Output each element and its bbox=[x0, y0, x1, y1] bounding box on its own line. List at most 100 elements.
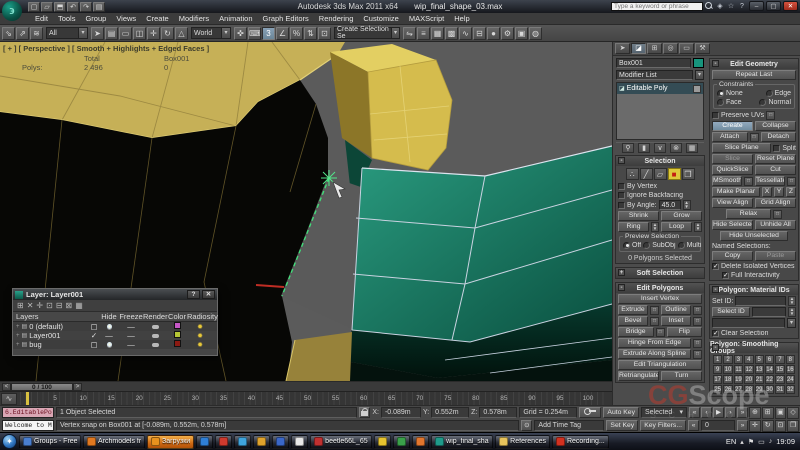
hide-unselected-button[interactable]: Hide Unselected bbox=[720, 231, 788, 241]
smoothing-group-23[interactable]: 23 bbox=[775, 375, 785, 384]
maximize-button[interactable]: ▢ bbox=[766, 1, 781, 11]
object-color-swatch[interactable] bbox=[693, 58, 704, 68]
relax-settings-icon[interactable]: □ bbox=[773, 209, 782, 219]
preview-off-radio[interactable] bbox=[623, 241, 630, 249]
smoothing-group-1[interactable]: 1 bbox=[713, 355, 723, 364]
graphite-ribbon-icon[interactable]: ▩ bbox=[445, 26, 458, 40]
taskbar-item-wip-final-shap[interactable]: wip_final_shap... bbox=[431, 434, 494, 449]
extrude-spline-settings-icon[interactable]: □ bbox=[693, 349, 702, 359]
layer-row-0-default[interactable]: + ▤ 0 (default) ▢ — ✹ bbox=[13, 322, 217, 331]
menu-customize[interactable]: Customize bbox=[358, 13, 403, 25]
select-and-manipulate-icon[interactable]: ✜ bbox=[234, 26, 247, 40]
smoothing-group-28[interactable]: 28 bbox=[744, 385, 754, 394]
pin-stack-icon[interactable]: ⚲ bbox=[622, 143, 634, 153]
show-hidden-icons-icon[interactable]: ▴ bbox=[740, 438, 744, 446]
menu-group[interactable]: Group bbox=[80, 13, 111, 25]
z-coordinate-field[interactable]: 0.578m bbox=[479, 407, 518, 418]
zoom-extents-icon[interactable]: ▣ bbox=[774, 407, 787, 419]
smoothing-group-16[interactable]: 16 bbox=[785, 365, 795, 374]
align-icon[interactable]: ≡ bbox=[417, 26, 430, 40]
render-production-icon[interactable]: ◍ bbox=[529, 26, 542, 40]
unlink-selection-icon[interactable]: ⇗ bbox=[16, 26, 29, 40]
outline-settings-icon[interactable]: □ bbox=[693, 305, 702, 315]
hide-toggle[interactable] bbox=[99, 322, 119, 331]
maximize-viewport-icon[interactable]: ❐ bbox=[787, 420, 799, 432]
keyboard-shortcut-override-icon[interactable]: ⌨ bbox=[248, 26, 261, 40]
taskbar-item-references[interactable]: References bbox=[495, 434, 550, 449]
play-animation-button[interactable]: ▶ bbox=[713, 407, 724, 418]
menu-modifiers[interactable]: Modifiers bbox=[174, 13, 214, 25]
field-of-view-icon[interactable]: ◇ bbox=[787, 407, 799, 419]
zoom-all-icon[interactable]: ⊞ bbox=[761, 407, 774, 419]
current-layer-toggle[interactable]: ✓ bbox=[89, 331, 99, 340]
set-current-layer-icon[interactable]: ⊟ bbox=[56, 301, 63, 310]
hinge-from-edge-button[interactable]: Hinge From Edge bbox=[618, 338, 691, 348]
ring-spinner[interactable]: ▲ ▼ bbox=[651, 222, 659, 232]
retriangulate-button[interactable]: Retriangulate bbox=[618, 371, 659, 381]
ring-button[interactable]: Ring bbox=[618, 222, 649, 232]
go-to-start-button[interactable]: « bbox=[689, 407, 700, 418]
menu-edit[interactable]: Edit bbox=[30, 13, 53, 25]
select-id-field[interactable] bbox=[752, 307, 786, 317]
bind-to-space-warp-icon[interactable]: ≋ bbox=[30, 26, 43, 40]
language-indicator[interactable]: EN bbox=[726, 437, 736, 446]
smoothing-group-30[interactable]: 30 bbox=[764, 385, 775, 394]
volume-icon[interactable]: ♪ bbox=[769, 438, 773, 445]
loop-button[interactable]: Loop bbox=[661, 222, 692, 232]
taskbar-item[interactable] bbox=[374, 434, 392, 449]
bevel-settings-icon[interactable]: □ bbox=[650, 316, 659, 326]
smoothing-group-21[interactable]: 21 bbox=[754, 375, 764, 384]
smoothing-group-11[interactable]: 11 bbox=[733, 365, 744, 374]
delete-isolated-vertices-checkbox[interactable]: ✓ bbox=[712, 262, 719, 270]
tab-create[interactable]: ➤ bbox=[615, 43, 630, 54]
taskbar-item-загрузки[interactable]: Загрузки bbox=[147, 434, 195, 449]
constraint-normal-radio[interactable] bbox=[759, 98, 767, 106]
view-align-button[interactable]: View Align bbox=[712, 198, 753, 208]
tab-hierarchy[interactable]: ⊞ bbox=[647, 43, 662, 54]
clock[interactable]: 19:09 bbox=[776, 437, 795, 446]
set-keys-button[interactable] bbox=[579, 407, 602, 418]
layer-color-swatch[interactable] bbox=[167, 340, 187, 349]
search-icon[interactable] bbox=[705, 2, 713, 10]
by-vertex-checkbox[interactable] bbox=[618, 182, 625, 190]
go-to-end-button[interactable]: » bbox=[737, 420, 748, 431]
bridge-button[interactable]: Bridge bbox=[618, 327, 654, 337]
preview-multi-radio[interactable] bbox=[677, 241, 685, 249]
track-bar[interactable]: ∿ 5 10 15 20 25 30 35 40 45 50 55 60 65 70 75 80 85 90 95 1… bbox=[0, 391, 612, 406]
rollout-soft-selection-header[interactable]: + Soft Selection bbox=[616, 268, 704, 278]
rectangular-selection-region-icon[interactable]: ▭ bbox=[119, 26, 132, 40]
taskbar-item[interactable] bbox=[215, 434, 233, 449]
smoothing-group-19[interactable]: 19 bbox=[733, 375, 744, 384]
set-id-field[interactable] bbox=[735, 296, 786, 306]
attach-list-icon[interactable]: □ bbox=[749, 132, 759, 142]
freeze-toggle[interactable]: — bbox=[119, 331, 143, 340]
snaps-toggle-icon[interactable]: 3 bbox=[262, 26, 275, 40]
layer-manager-icon[interactable]: ▦ bbox=[431, 26, 444, 40]
taskbar-item[interactable] bbox=[393, 434, 411, 449]
subobject-vertex-icon[interactable]: ∴ bbox=[625, 168, 639, 180]
preserve-uvs-checkbox[interactable] bbox=[712, 112, 719, 119]
by-angle-checkbox[interactable] bbox=[618, 201, 625, 209]
constraint-edge-radio[interactable] bbox=[765, 89, 773, 97]
render-toggle[interactable] bbox=[143, 331, 167, 340]
rendered-frame-window-icon[interactable]: ▣ bbox=[515, 26, 528, 40]
window-crossing-icon[interactable]: ◫ bbox=[133, 26, 146, 40]
menu-graph-editors[interactable]: Graph Editors bbox=[258, 13, 314, 25]
smoothing-group-10[interactable]: 10 bbox=[723, 365, 733, 374]
mini-curve-editor-button[interactable]: ∿ bbox=[1, 393, 17, 405]
taskbar-item-groups-freec[interactable]: Groups - FreeC... bbox=[19, 434, 81, 449]
rollout-selection-header[interactable]: - Selection bbox=[616, 156, 704, 166]
rollout-edit-geometry-header[interactable]: - Edit Geometry bbox=[710, 59, 798, 69]
menu-maxscript[interactable]: MAXScript bbox=[404, 13, 449, 25]
paste-button[interactable]: Paste bbox=[755, 251, 796, 261]
remove-modifier-icon[interactable]: ⊗ bbox=[670, 143, 682, 153]
repeat-last-button[interactable]: Repeat Last bbox=[712, 70, 796, 80]
smoothing-group-15[interactable]: 15 bbox=[775, 365, 785, 374]
menu-tools[interactable]: Tools bbox=[53, 13, 81, 25]
bevel-button[interactable]: Bevel bbox=[618, 316, 648, 326]
current-frame-marker[interactable] bbox=[26, 392, 29, 406]
undo-icon[interactable]: ↶ bbox=[67, 1, 79, 12]
modifier-list-dropdown[interactable]: Modifier List bbox=[616, 70, 693, 80]
new-file-icon[interactable]: ▢ bbox=[28, 1, 40, 12]
split-checkbox[interactable] bbox=[773, 144, 781, 152]
